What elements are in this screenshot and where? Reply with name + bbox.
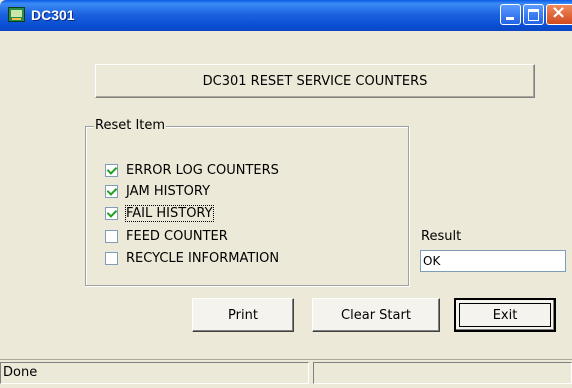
title-bar[interactable]: DC301	[0, 0, 572, 31]
checkbox-label: ERROR LOG COUNTERS	[126, 162, 279, 178]
checkbox-box[interactable]	[105, 206, 118, 220]
status-bar: Done	[0, 359, 572, 388]
checkbox-box[interactable]	[105, 251, 118, 265]
checkbox-box[interactable]	[105, 184, 118, 198]
minimize-button[interactable]	[500, 4, 521, 25]
result-field[interactable]: OK	[420, 250, 566, 272]
print-button[interactable]: Print	[192, 298, 294, 332]
app-icon[interactable]	[8, 7, 25, 22]
checkbox-recycle-information[interactable]: RECYCLE INFORMATION	[105, 249, 279, 267]
checkbox-fail-history[interactable]: FAIL HISTORY	[105, 204, 214, 222]
status-text: Done	[0, 362, 309, 384]
status-pane-secondary	[313, 362, 572, 384]
clear-start-button[interactable]: Clear Start	[312, 298, 440, 332]
checkbox-label: FAIL HISTORY	[125, 204, 214, 222]
checkbox-feed-counter[interactable]: FEED COUNTER	[105, 227, 228, 245]
checkbox-box[interactable]	[105, 163, 118, 177]
header-title-button[interactable]: DC301 RESET SERVICE COUNTERS	[95, 64, 535, 98]
exit-button[interactable]: Exit	[454, 298, 556, 332]
result-label: Result	[421, 229, 462, 244]
checkbox-error-log-counters[interactable]: ERROR LOG COUNTERS	[105, 161, 279, 179]
checkbox-label: FEED COUNTER	[126, 228, 228, 244]
window-title: DC301	[31, 7, 75, 23]
maximize-button[interactable]	[523, 4, 544, 25]
close-button[interactable]	[546, 2, 572, 25]
checkbox-jam-history[interactable]: JAM HISTORY	[105, 182, 210, 200]
reset-item-legend: Reset Item	[94, 118, 167, 133]
checkbox-box[interactable]	[105, 229, 118, 243]
checkbox-label: RECYCLE INFORMATION	[126, 250, 280, 266]
checkbox-label: JAM HISTORY	[126, 183, 211, 199]
